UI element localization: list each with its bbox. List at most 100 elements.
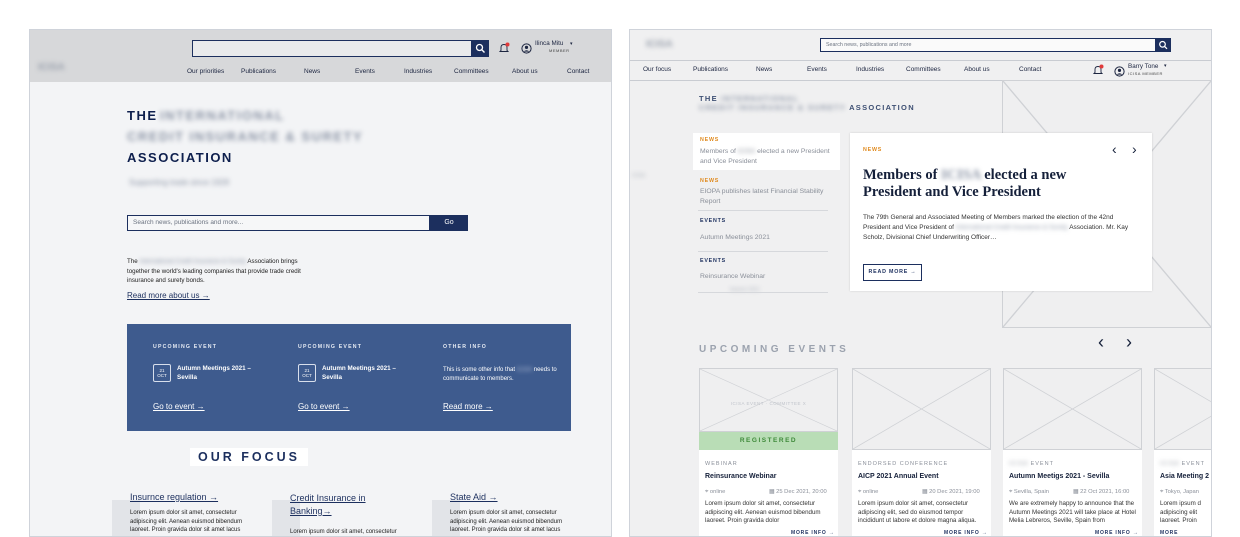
go-to-event-link-1[interactable]: Go to event →	[153, 402, 205, 411]
nav-publications[interactable]: Publications	[693, 66, 728, 73]
nav-events[interactable]: Events	[355, 68, 375, 75]
event-category-blurred: ICISA	[1009, 461, 1029, 467]
more-info-link[interactable]: MORE INFO →	[1095, 530, 1139, 536]
sidebar-item-1[interactable]: Members of ICISA elected a new President…	[700, 147, 830, 166]
hero-title-association: ASSOCIATION	[849, 103, 915, 112]
desktop-home-v2: ICISA Search news, publications and more…	[629, 29, 1212, 537]
event-location-text: Sevilla, Spain	[1013, 489, 1049, 495]
panel-caption-2: UPCOMING EVENT	[298, 344, 363, 350]
nav-our-focus[interactable]: Our focus	[643, 66, 671, 73]
notifications-button[interactable]	[1092, 63, 1104, 81]
feature-title-blurred: ICISA	[941, 167, 981, 183]
hero-title-line2: CREDIT INSURANCE & SURETY	[127, 129, 364, 144]
hero-title-line1-a: THE	[127, 108, 158, 123]
nav-industries[interactable]: Industries	[404, 68, 432, 75]
panel-caption-1: UPCOMING EVENT	[153, 344, 218, 350]
nav-about-us[interactable]: About us	[964, 66, 990, 73]
search-input[interactable]	[192, 40, 472, 57]
nav-about-us[interactable]: About us	[512, 68, 538, 75]
event-category: ENDORSED CONFERENCE	[858, 461, 949, 467]
event-location: ⌖ online	[705, 489, 725, 496]
focus-insurance-regulation-link[interactable]: Insurnce regulation →	[130, 492, 218, 502]
nav-committees[interactable]: Committees	[906, 66, 941, 73]
read-more-about-us-link[interactable]: Read more about us →	[127, 291, 210, 300]
avatar[interactable]	[521, 41, 532, 59]
nav-news[interactable]: News	[756, 66, 772, 73]
event-date-text: 25 Dec 2021, 20:00	[776, 489, 827, 495]
chevron-left-icon[interactable]: ‹	[1098, 332, 1104, 353]
news-feature-card: NEWS ‹ › Members of ICISA elected a new …	[850, 133, 1152, 291]
divider	[698, 251, 828, 252]
bell-icon	[1092, 64, 1104, 74]
registered-badge: REGISTERED	[699, 432, 838, 450]
go-to-event-link-2[interactable]: Go to event →	[298, 402, 350, 411]
search-button[interactable]	[472, 40, 489, 57]
focus-credit-insurance-link[interactable]: Credit Insurance in Banking→	[290, 492, 400, 517]
chevron-right-icon[interactable]: ›	[1132, 141, 1137, 157]
nav-committees[interactable]: Committees	[454, 68, 489, 75]
event-location: ⌖ Tokyo, Japan	[1160, 489, 1199, 496]
sidebar-item-3[interactable]: Autumn Meetings 2021	[700, 233, 770, 243]
nav-publications[interactable]: Publications	[241, 68, 276, 75]
panel-event-title-2: Autumn Meetings 2021 – Sevilla	[322, 365, 396, 381]
sidebar-item-1-blurred: ICISA	[737, 148, 756, 155]
event-category: ICISA EVENT	[1009, 461, 1054, 467]
logo[interactable]: ICISA	[38, 62, 65, 73]
search-button[interactable]	[1156, 38, 1171, 52]
event-category: WEBINAR	[705, 461, 738, 467]
feature-title[interactable]: Members of ICISA elected a new President…	[863, 167, 1113, 201]
sidebar-item-2[interactable]: EIOPA publishes latest Financial Stabili…	[700, 187, 840, 206]
notifications-button[interactable]	[498, 41, 510, 59]
event-date-text: 20 Dec 2021, 19:00	[929, 489, 980, 495]
sidebar-item-1-a: Members of	[700, 148, 736, 155]
event-card[interactable]: ICISA EVENT · COMMITTEE X REGISTERED WEB…	[699, 368, 838, 536]
user-icon	[521, 43, 532, 54]
event-title[interactable]: Asia Meeting 2	[1160, 473, 1209, 480]
logo[interactable]: ICISA	[646, 39, 673, 50]
hero-search-input[interactable]: Search news, publications and more...	[127, 215, 430, 231]
calendar-icon: 21 OCT	[298, 364, 316, 382]
event-date: ▦ 25 Dec 2021, 20:00	[769, 489, 827, 495]
desktop-home-v1: ICISA Ilinca Mitu MEMBER ▾ Our prioritie…	[29, 29, 612, 537]
event-card[interactable]: ENDORSED CONFERENCE AICP 2021 Annual Eve…	[852, 368, 991, 536]
user-name[interactable]: Barry Tone	[1128, 63, 1158, 70]
nav-industries[interactable]: Industries	[856, 66, 884, 73]
event-title[interactable]: AICP 2021 Annual Event	[858, 473, 939, 480]
other-info-a: This is some other info that	[443, 367, 516, 373]
divider	[630, 60, 1211, 61]
more-info-link[interactable]: MORE INFO →	[791, 530, 835, 536]
nav-contact[interactable]: Contact	[567, 68, 589, 75]
chevron-down-icon[interactable]: ▾	[1164, 63, 1167, 69]
nav-events[interactable]: Events	[807, 66, 827, 73]
event-title[interactable]: Autumn Meetigs 2021 - Sevilla	[1009, 473, 1109, 480]
sidebar-item-4[interactable]: Reinsurance Webinar	[700, 272, 765, 282]
hero-title-line1: THE INTERNATIONAL	[699, 94, 799, 103]
event-category-text: EVENT	[1181, 461, 1205, 467]
focus-state-aid-link[interactable]: State Aid →	[450, 492, 498, 502]
event-title[interactable]: Reinsurance Webinar	[705, 473, 776, 480]
intro-text-blurred: International Credit Insurance & Surety	[139, 258, 247, 265]
panel-event-title-1: Autumn Meetings 2021 – Sevilla	[177, 365, 251, 381]
chevron-down-icon[interactable]: ▾	[570, 41, 573, 47]
focus-body-1: Lorem ipsum dolor sit amet, consectetur …	[130, 510, 243, 533]
user-name[interactable]: Ilinca Mitu	[535, 40, 563, 47]
event-card[interactable]: ICISA EVENT Asia Meeting 2 ⌖ Tokyo, Japa…	[1154, 368, 1211, 536]
more-info-link[interactable]: MORE	[1160, 530, 1178, 536]
more-info-link[interactable]: MORE INFO →	[944, 530, 988, 536]
event-date: ▦ 22 Oct 2021, 16:00	[1073, 489, 1129, 495]
chevron-right-icon[interactable]: ›	[1126, 332, 1132, 353]
nav-news[interactable]: News	[304, 68, 320, 75]
nav-contact[interactable]: Contact	[1019, 66, 1041, 73]
side-label: ICISA	[632, 173, 646, 179]
feature-tag: NEWS	[863, 147, 883, 153]
read-more-button[interactable]: READ MORE →	[863, 264, 922, 281]
event-location-text: Tokyo, Japan	[1164, 489, 1199, 495]
read-more-link[interactable]: Read more →	[443, 402, 493, 411]
event-image-placeholder	[852, 368, 991, 450]
chevron-left-icon[interactable]: ‹	[1112, 141, 1117, 157]
nav-our-priorities[interactable]: Our priorities	[187, 68, 224, 75]
search-input[interactable]: Search news, publications and more	[820, 38, 1156, 52]
event-card[interactable]: ICISA EVENT Autumn Meetigs 2021 - Sevill…	[1003, 368, 1142, 536]
hero-search-button[interactable]: Go	[430, 215, 468, 231]
event-location-text: online	[862, 489, 879, 495]
